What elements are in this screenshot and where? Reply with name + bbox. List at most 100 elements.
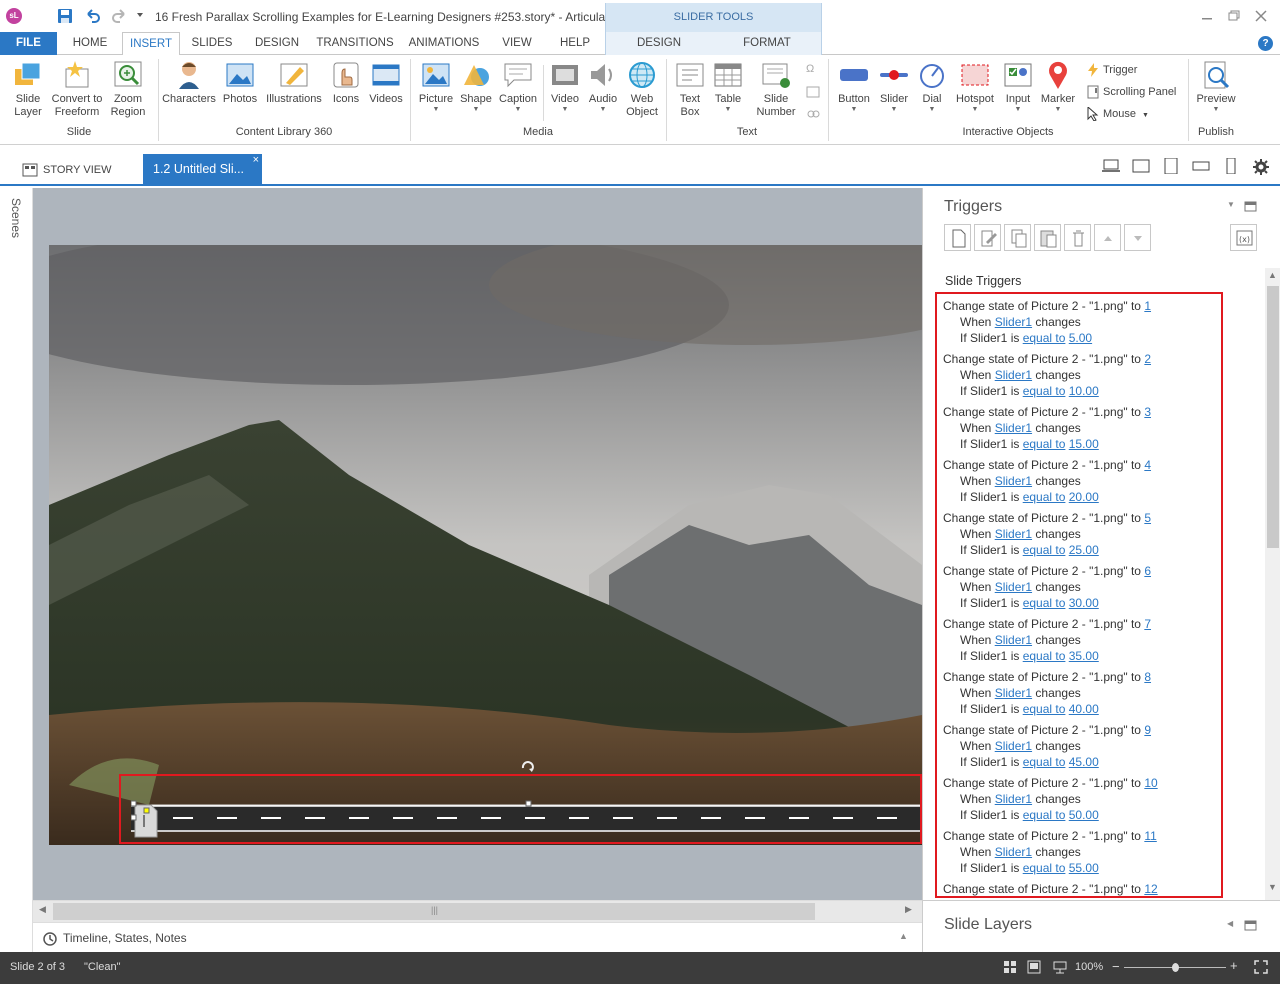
characters-button[interactable]: Characters [160, 59, 218, 106]
object-link[interactable]: Slider1 [995, 686, 1032, 700]
tab-transitions[interactable]: TRANSITIONS [312, 32, 398, 55]
save-icon[interactable] [56, 7, 74, 25]
picture-button[interactable]: Picture ▼ [416, 59, 456, 114]
symbol-icon[interactable]: Ω [806, 63, 814, 75]
state-link[interactable]: 3 [1144, 405, 1151, 419]
object-link[interactable]: Slider1 [995, 792, 1032, 806]
desktop-preview-icon[interactable] [1102, 158, 1120, 174]
close-tab-icon[interactable]: × [253, 145, 259, 175]
icons-button[interactable]: Icons [328, 59, 364, 106]
button-object-button[interactable]: Button ▼ [834, 59, 874, 114]
audio-button[interactable]: Audio ▼ [584, 59, 622, 114]
operator-link[interactable]: equal to [1023, 437, 1066, 451]
slider-object-button[interactable]: Slider ▼ [874, 59, 914, 114]
trigger-item[interactable]: Change state of Picture 2 - "1.png" to 3… [937, 404, 1221, 452]
slide-number-button[interactable]: Slide Number [750, 59, 802, 119]
object-link[interactable]: Slider1 [995, 527, 1032, 541]
tab-design[interactable]: DESIGN [248, 32, 306, 55]
operator-link[interactable]: equal to [1023, 331, 1066, 345]
operator-link[interactable]: equal to [1023, 702, 1066, 716]
scrolling-panel-button[interactable]: Scrolling Panel [1087, 85, 1176, 99]
object-link[interactable]: Slider1 [995, 315, 1032, 329]
object-link[interactable]: Slider1 [995, 845, 1032, 859]
value-link[interactable]: 25.00 [1069, 543, 1099, 557]
tab-help[interactable]: HELP [554, 32, 596, 55]
minimize-icon[interactable] [1197, 6, 1217, 26]
trigger-item[interactable]: Change state of Picture 2 - "1.png" to 1… [937, 298, 1221, 346]
convert-freeform-button[interactable]: Convert to Freeform [50, 59, 104, 119]
move-down-button[interactable] [1124, 224, 1151, 251]
video-button[interactable]: Video ▼ [546, 59, 584, 114]
tablet-portrait-icon[interactable] [1162, 158, 1180, 174]
value-link[interactable]: 35.00 [1069, 649, 1099, 663]
zoom-in-icon[interactable]: + [1230, 958, 1238, 973]
move-up-button[interactable] [1094, 224, 1121, 251]
horizontal-scrollbar[interactable]: ◀ ||| ▶ [33, 900, 922, 922]
scroll-up-icon[interactable]: ▲ [1268, 270, 1277, 280]
object-link[interactable]: Slider1 [995, 421, 1032, 435]
state-link[interactable]: 2 [1144, 352, 1151, 366]
collapse-panel-icon[interactable]: ◀ [1227, 919, 1233, 928]
customize-qat-icon[interactable] [136, 11, 144, 19]
story-view-tab[interactable]: STORY VIEW [22, 156, 111, 184]
manage-variables-button[interactable]: (x) [1230, 224, 1257, 251]
panel-menu-icon[interactable]: ▼ [1227, 200, 1235, 209]
close-window-icon[interactable] [1251, 6, 1271, 26]
operator-link[interactable]: equal to [1023, 543, 1066, 557]
slide-view-icon[interactable] [1027, 960, 1041, 974]
operator-link[interactable]: equal to [1023, 596, 1066, 610]
state-link[interactable]: 1 [1144, 299, 1151, 313]
trigger-item[interactable]: Change state of Picture 2 - "1.png" to 4… [937, 457, 1221, 505]
zoom-slider-track[interactable] [1124, 963, 1226, 972]
new-trigger-button[interactable] [944, 224, 971, 251]
state-link[interactable]: 12 [1144, 882, 1157, 896]
phone-landscape-icon[interactable] [1192, 158, 1210, 174]
text-box-button[interactable]: Text Box [670, 59, 710, 119]
help-icon[interactable]: ? [1258, 36, 1273, 51]
tab-file[interactable]: FILE [0, 32, 57, 55]
tab-slider-design[interactable]: DESIGN [624, 32, 694, 55]
object-link[interactable]: Slider1 [995, 739, 1032, 753]
slide-tab-untitled[interactable]: 1.2 Untitled Sli... × [143, 154, 262, 184]
trigger-button[interactable]: Trigger [1087, 63, 1137, 77]
scroll-down-icon[interactable]: ▼ [1268, 882, 1277, 892]
value-link[interactable]: 15.00 [1069, 437, 1099, 451]
tablet-landscape-icon[interactable] [1132, 158, 1150, 174]
hyperlink-icon[interactable] [806, 107, 820, 121]
expand-timeline-icon[interactable]: ▲ [899, 931, 908, 941]
tab-insert[interactable]: INSERT [122, 32, 180, 56]
state-link[interactable]: 7 [1144, 617, 1151, 631]
scroll-right-icon[interactable]: ▶ [905, 904, 912, 915]
settings-gear-icon[interactable] [1252, 158, 1270, 176]
photos-button[interactable]: Photos [220, 59, 260, 106]
operator-link[interactable]: equal to [1023, 384, 1066, 398]
restore-icon[interactable] [1224, 6, 1244, 26]
redo-icon[interactable] [110, 7, 128, 25]
object-link[interactable]: Slider1 [995, 580, 1032, 594]
delete-trigger-button[interactable] [1064, 224, 1091, 251]
operator-link[interactable]: equal to [1023, 808, 1066, 822]
state-link[interactable]: 6 [1144, 564, 1151, 578]
input-button[interactable]: Input ▼ [998, 59, 1038, 114]
tab-view[interactable]: VIEW [496, 32, 538, 55]
preview-button[interactable]: Preview ▼ [1192, 59, 1240, 114]
state-link[interactable]: 10 [1144, 776, 1157, 790]
panel-float-icon[interactable] [1244, 199, 1258, 213]
value-link[interactable]: 30.00 [1069, 596, 1099, 610]
fit-to-window-icon[interactable] [1254, 960, 1268, 974]
trigger-item[interactable]: Change state of Picture 2 - "1.png" to 8… [937, 669, 1221, 717]
timeline-states-notes-bar[interactable]: Timeline, States, Notes ▲ [33, 922, 922, 952]
object-link[interactable]: Slider1 [995, 368, 1032, 382]
tab-animations[interactable]: ANIMATIONS [402, 32, 486, 55]
copy-trigger-button[interactable] [1004, 224, 1031, 251]
illustrations-button[interactable]: Illustrations [262, 59, 326, 106]
panel-float-icon[interactable] [1244, 918, 1258, 932]
trigger-item[interactable]: Change state of Picture 2 - "1.png" to 1… [937, 775, 1221, 823]
zoom-slider-thumb[interactable] [1171, 963, 1179, 972]
trigger-item[interactable]: Change state of Picture 2 - "1.png" to 6… [937, 563, 1221, 611]
state-link[interactable]: 11 [1144, 829, 1156, 843]
slide-layer-button[interactable]: Slide Layer [8, 59, 48, 119]
undo-icon[interactable] [84, 7, 102, 25]
tab-slider-format[interactable]: FORMAT [732, 32, 802, 55]
value-link[interactable]: 55.00 [1069, 861, 1099, 875]
